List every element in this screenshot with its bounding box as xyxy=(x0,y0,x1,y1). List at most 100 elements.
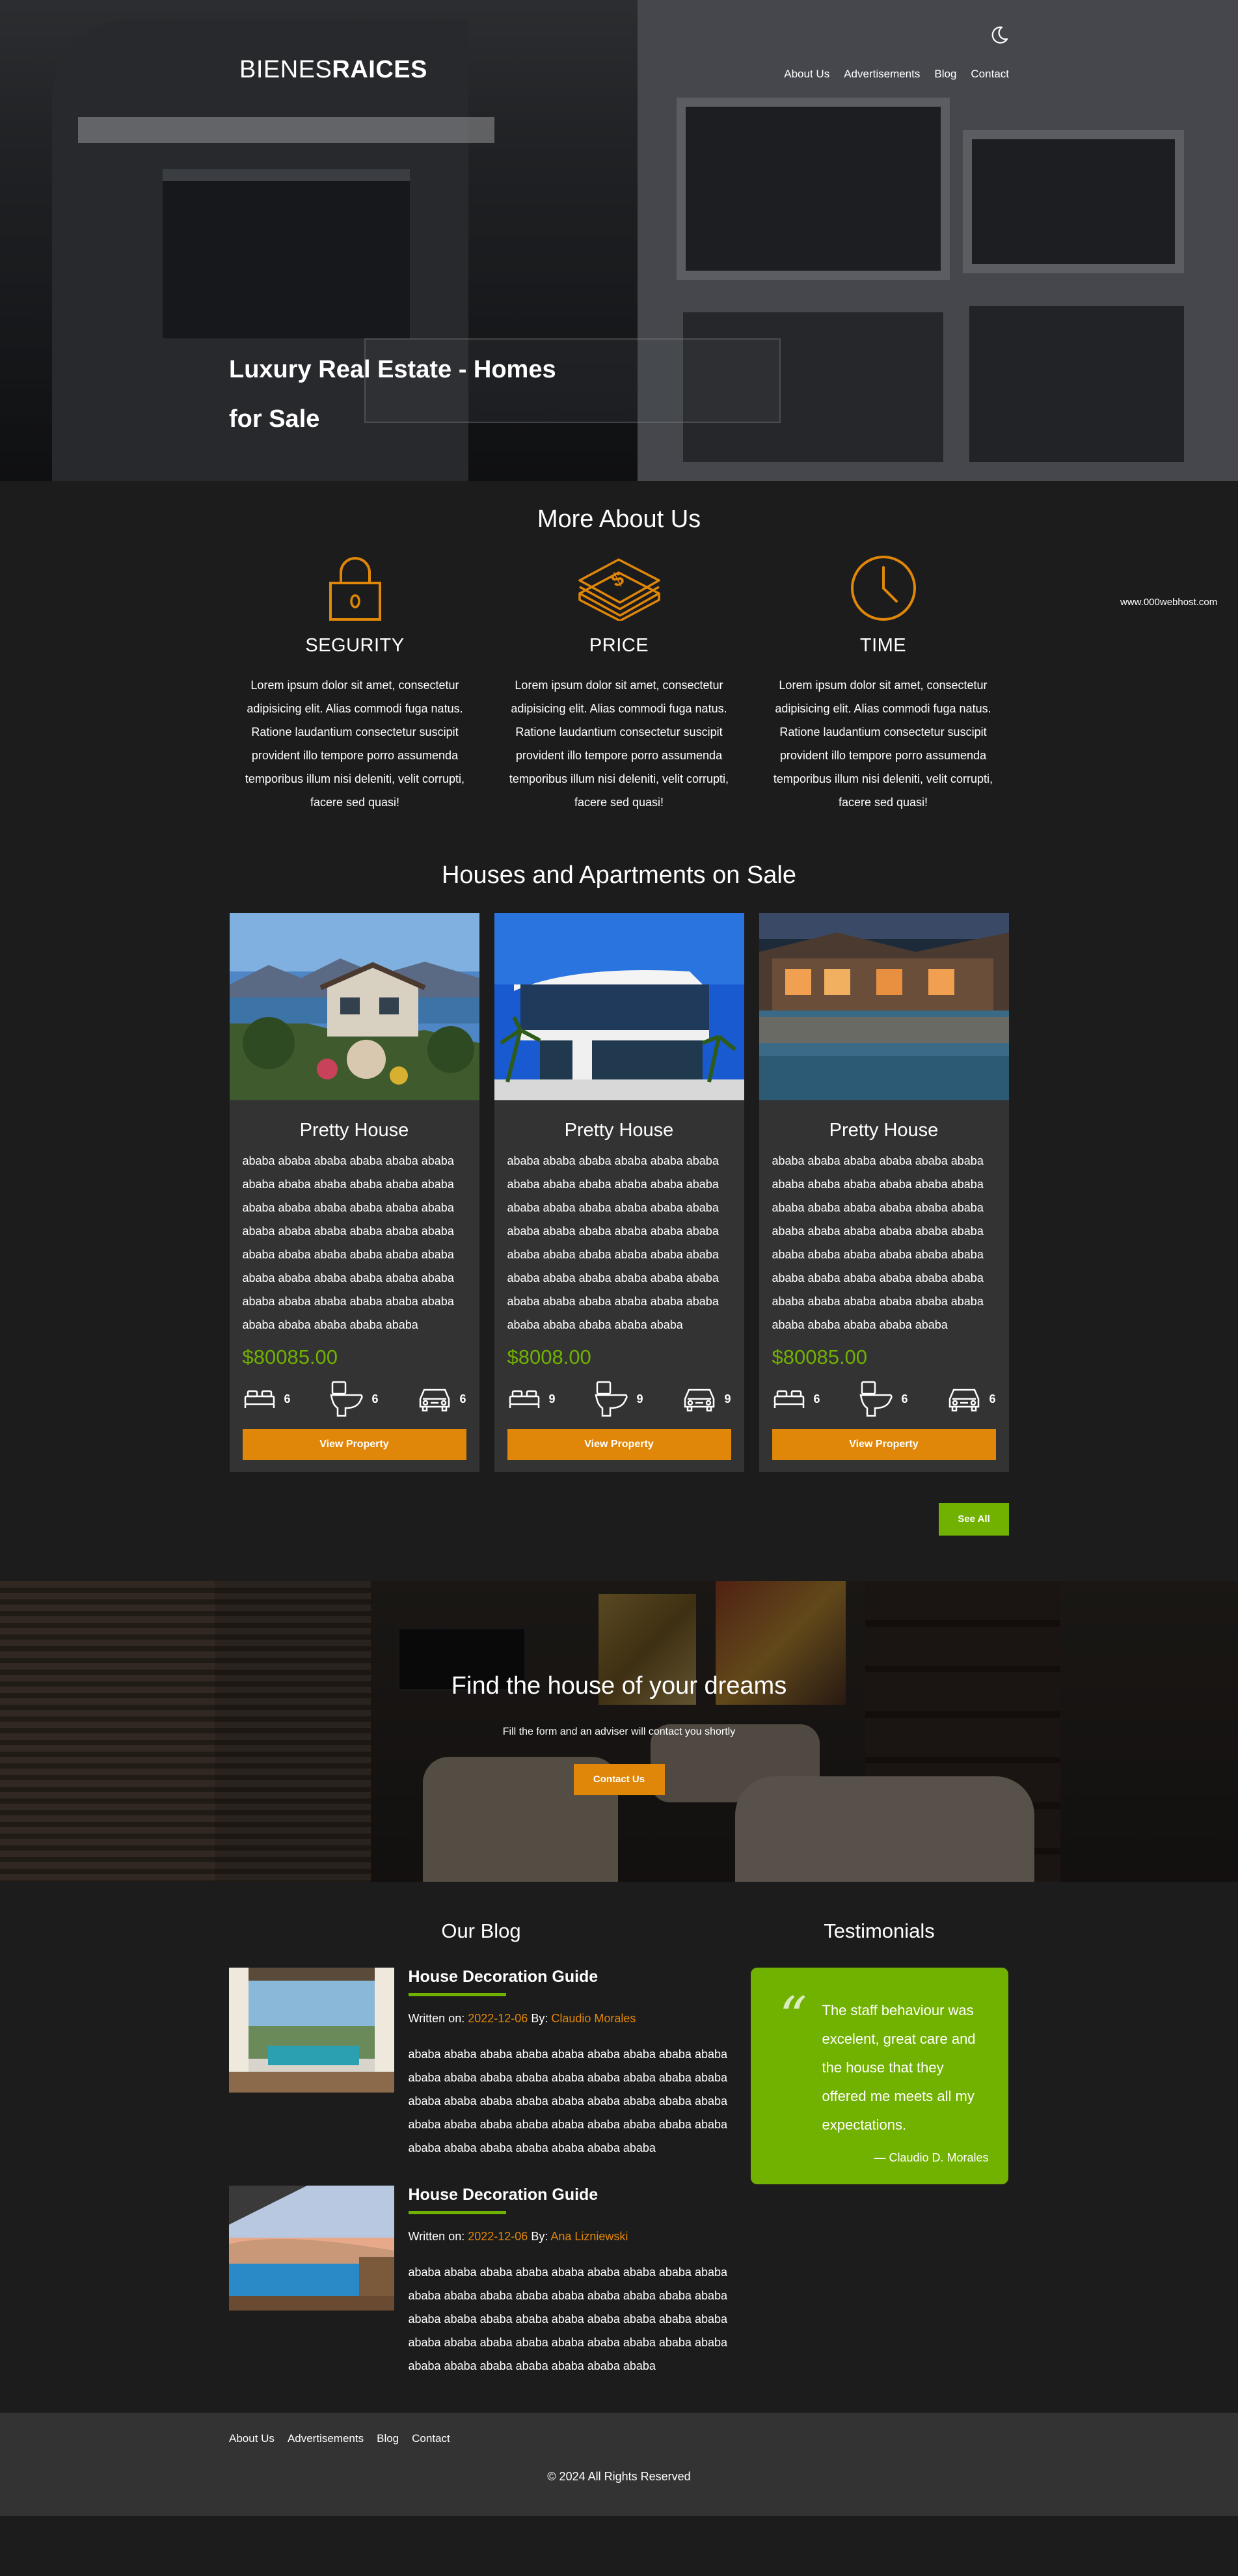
copyright: © 2024 All Rights Reserved xyxy=(547,2470,691,2483)
lock-icon xyxy=(233,553,478,623)
logo-bold-text: RAICES xyxy=(332,56,427,83)
blog-post-text: ababa ababa ababa ababa ababa ababa abab… xyxy=(408,2048,728,2154)
bedrooms-count: 9 xyxy=(548,1392,556,1405)
bathrooms-count: 9 xyxy=(636,1392,643,1405)
toilet-icon xyxy=(595,1381,628,1417)
parking-count: 6 xyxy=(459,1392,466,1405)
logo-light-text: BIENES xyxy=(239,56,332,83)
feature-title: PRICE xyxy=(589,635,649,656)
property-amenities: 9 9 9 xyxy=(494,1381,744,1417)
parking-count: 9 xyxy=(724,1392,731,1405)
bathrooms-count: 6 xyxy=(371,1392,379,1405)
feature-price: $ PRICE Lorem ipsum dolor sit amet, cons… xyxy=(497,553,742,814)
contact-us-button[interactable]: Contact Us xyxy=(573,1764,665,1795)
cta-title: Find the house of your dreams xyxy=(451,1672,787,1700)
post-author: Ana Lizniewski xyxy=(550,2230,628,2243)
amenity-bedrooms: 6 xyxy=(243,1381,291,1417)
nav-about-us[interactable]: About Us xyxy=(784,68,829,81)
cta-text: Fill the form and an adviser will contac… xyxy=(502,1726,736,1737)
footer-nav-contact[interactable]: Contact xyxy=(412,2432,450,2445)
feature-security: SEGURITY Lorem ipsum dolor sit amet, con… xyxy=(233,553,478,814)
blog-post-meta: Written on: 2022-12-06 By: Ana Lizniewsk… xyxy=(409,2230,734,2244)
quote-mark-icon: “ xyxy=(779,1985,807,2049)
blog-post-image[interactable] xyxy=(228,2186,394,2311)
amenity-bathrooms: 6 xyxy=(859,1381,908,1417)
svg-text:$: $ xyxy=(608,567,628,591)
property-card: Pretty House ababa ababa ababa ababa aba… xyxy=(494,913,744,1472)
blog-post-title[interactable]: House Decoration Guide xyxy=(409,2186,734,2204)
property-price: $80085.00 xyxy=(242,1346,338,1368)
property-cards: Pretty House ababa ababa ababa ababa aba… xyxy=(0,913,1238,1472)
feature-time: TIME Lorem ipsum dolor sit amet, consect… xyxy=(761,553,1006,814)
host-watermark[interactable]: www.000webhost.com xyxy=(1120,597,1217,608)
property-description: ababa ababa ababa ababa ababa ababa abab… xyxy=(242,1154,454,1331)
property-image xyxy=(759,913,1009,1100)
car-icon xyxy=(420,1389,450,1412)
blog-post: House Decoration Guide Written on: 2022-… xyxy=(228,2186,734,2378)
listings-section: Houses and Apartments on Sale Pretty Hou… xyxy=(0,861,1238,1536)
footer-nav-advertisements[interactable]: Advertisements xyxy=(288,2432,364,2445)
car-icon xyxy=(949,1389,980,1412)
site-logo[interactable]: BIENESRAICES xyxy=(239,56,427,84)
listings-title: Houses and Apartments on Sale xyxy=(441,861,796,889)
nav-advertisements[interactable]: Advertisements xyxy=(844,68,920,81)
testimonial-card: “ The staff behaviour was excelent, grea… xyxy=(750,1968,1008,2184)
bedrooms-count: 6 xyxy=(813,1392,820,1405)
see-all-button[interactable]: See All xyxy=(939,1503,1009,1536)
view-property-button[interactable]: View Property xyxy=(507,1429,731,1460)
main-nav: About Us Advertisements Blog Contact xyxy=(784,68,1009,81)
property-amenities: 6 6 6 xyxy=(230,1381,479,1417)
blog-post: House Decoration Guide Written on: 2022-… xyxy=(228,1968,734,2160)
property-description: ababa ababa ababa ababa ababa ababa abab… xyxy=(507,1154,719,1331)
property-title: Pretty House xyxy=(564,1120,674,1141)
nav-blog[interactable]: Blog xyxy=(934,68,956,81)
property-price: $80085.00 xyxy=(772,1346,868,1368)
footer-nav: About Us Advertisements Blog Contact xyxy=(229,2432,450,2445)
amenity-parking: 9 xyxy=(682,1381,731,1417)
property-title: Pretty House xyxy=(299,1120,409,1141)
nav-contact[interactable]: Contact xyxy=(971,68,1009,81)
title-underline xyxy=(408,2211,506,2214)
testimonial-author: — Claudio D. Morales xyxy=(874,2151,989,2164)
amenity-bedrooms: 9 xyxy=(507,1381,556,1417)
amenity-parking: 6 xyxy=(418,1381,466,1417)
testimonials-section: Testimonials “ The staff behaviour was e… xyxy=(750,1919,1008,2404)
property-card: Pretty House ababa ababa ababa ababa aba… xyxy=(229,913,479,1472)
bed-icon xyxy=(509,1390,539,1408)
footer-nav-blog[interactable]: Blog xyxy=(377,2432,399,2445)
blog-testimonials-section: Our Blog House Decoration Guide Written … xyxy=(228,1882,1010,2404)
property-image xyxy=(494,913,744,1100)
feature-text: Lorem ipsum dolor sit amet, consectetur … xyxy=(245,679,465,809)
hero-section: BIENESRAICES About Us Advertisements Blo… xyxy=(0,0,1238,481)
dark-mode-moon-icon[interactable] xyxy=(989,25,1010,46)
testimonial-text: The staff behaviour was excelent, great … xyxy=(822,2002,976,2133)
amenity-parking: 6 xyxy=(947,1381,995,1417)
bedrooms-count: 6 xyxy=(284,1392,291,1405)
toilet-icon xyxy=(330,1381,364,1417)
property-price: $8008.00 xyxy=(507,1346,591,1368)
contact-cta-section: Find the house of your dreams Fill the f… xyxy=(0,1581,1238,1882)
feature-title: SEGURITY xyxy=(305,635,405,656)
about-title: More About Us xyxy=(537,506,701,533)
bathrooms-count: 6 xyxy=(901,1392,908,1405)
by-label: By: xyxy=(531,2012,548,2025)
bed-icon xyxy=(774,1390,804,1408)
view-property-button[interactable]: View Property xyxy=(772,1429,996,1460)
testimonials-title: Testimonials xyxy=(824,1919,935,1942)
blog-post-image[interactable] xyxy=(228,1968,394,2093)
clock-icon xyxy=(761,553,1006,623)
blog-post-title[interactable]: House Decoration Guide xyxy=(409,1968,734,1986)
by-label: By: xyxy=(531,2230,548,2243)
blog-post-meta: Written on: 2022-12-06 By: Claudio Moral… xyxy=(409,2012,734,2026)
feature-title: TIME xyxy=(859,635,907,656)
parking-count: 6 xyxy=(989,1392,996,1405)
money-stack-icon: $ xyxy=(497,553,742,623)
blog-post-text: ababa ababa ababa ababa ababa ababa abab… xyxy=(408,2266,728,2372)
post-date: 2022-12-06 xyxy=(468,2012,528,2025)
view-property-button[interactable]: View Property xyxy=(242,1429,466,1460)
property-image xyxy=(229,913,479,1100)
footer-nav-about-us[interactable]: About Us xyxy=(229,2432,275,2445)
blog-section: Our Blog House Decoration Guide Written … xyxy=(228,1919,734,2404)
title-underline xyxy=(408,1993,506,1996)
feature-text: Lorem ipsum dolor sit amet, consectetur … xyxy=(509,679,729,809)
